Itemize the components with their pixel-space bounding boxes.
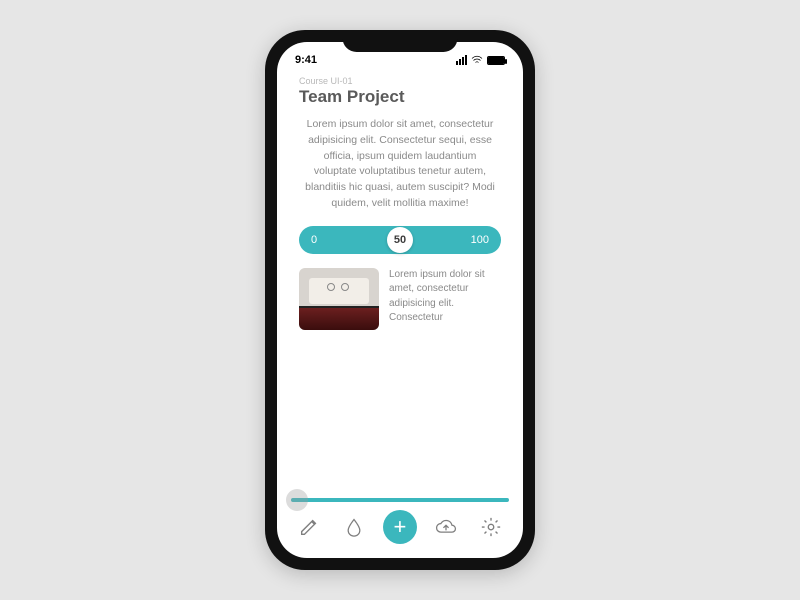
cloud-upload-icon — [434, 516, 458, 538]
card-thumbnail — [299, 268, 379, 330]
slider-thumb[interactable]: 50 — [387, 227, 413, 253]
add-button[interactable]: + — [383, 510, 417, 544]
notch — [343, 30, 458, 52]
edit-button[interactable] — [294, 512, 324, 542]
page-title: Team Project — [299, 87, 501, 107]
battery-icon — [487, 56, 505, 65]
plus-icon: + — [394, 514, 407, 540]
description-text: Lorem ipsum dolor sit amet, consectetur … — [299, 117, 501, 212]
slider-min-label: 0 — [311, 234, 317, 246]
progress-slider[interactable]: 0 100 50 — [299, 226, 501, 254]
content-area: Course UI-01 Team Project Lorem ipsum do… — [277, 70, 523, 498]
phone-frame: 9:41 Course UI-01 Team Project Lorem ips… — [265, 30, 535, 570]
signal-icon — [456, 55, 467, 65]
status-time: 9:41 — [295, 54, 317, 66]
wifi-icon — [471, 55, 483, 65]
cloud-button[interactable] — [431, 512, 461, 542]
card-text: Lorem ipsum dolor sit amet, consectetur … — [389, 268, 501, 330]
scrub-bar[interactable] — [291, 498, 509, 502]
content-card[interactable]: Lorem ipsum dolor sit amet, consectetur … — [299, 268, 501, 330]
pencil-icon — [298, 516, 320, 538]
ink-button[interactable] — [339, 512, 369, 542]
settings-button[interactable] — [476, 512, 506, 542]
slider-max-label: 100 — [471, 234, 489, 246]
gear-icon — [480, 516, 502, 538]
drop-icon — [344, 516, 364, 538]
status-indicators — [456, 55, 505, 65]
scrub-handle[interactable] — [286, 489, 308, 511]
bottom-area: + — [277, 498, 523, 558]
course-label: Course UI-01 — [299, 76, 501, 86]
tab-bar: + — [277, 502, 523, 558]
screen: 9:41 Course UI-01 Team Project Lorem ips… — [277, 42, 523, 558]
